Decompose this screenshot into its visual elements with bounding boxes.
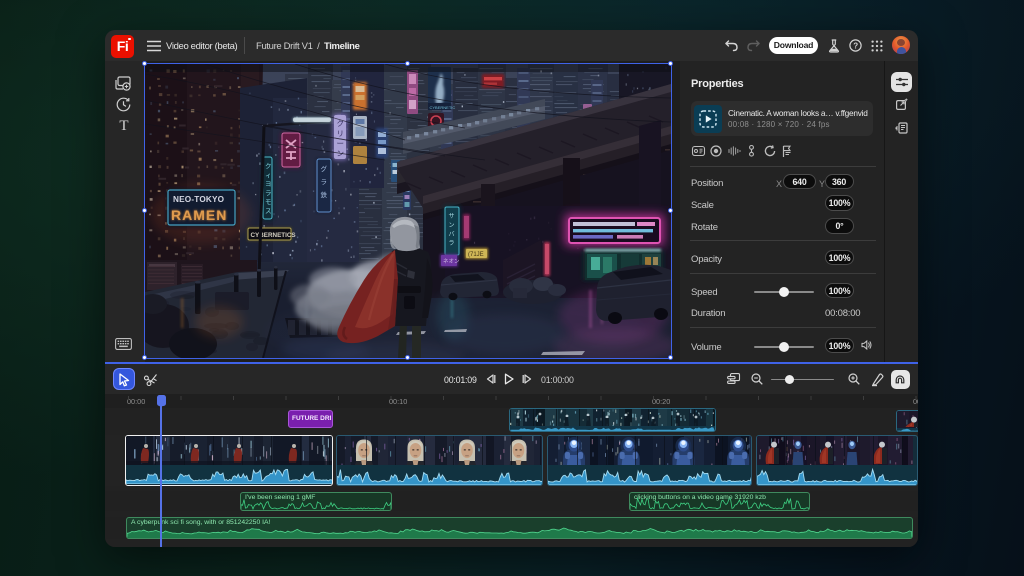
svg-text:?: ? [853, 41, 858, 50]
